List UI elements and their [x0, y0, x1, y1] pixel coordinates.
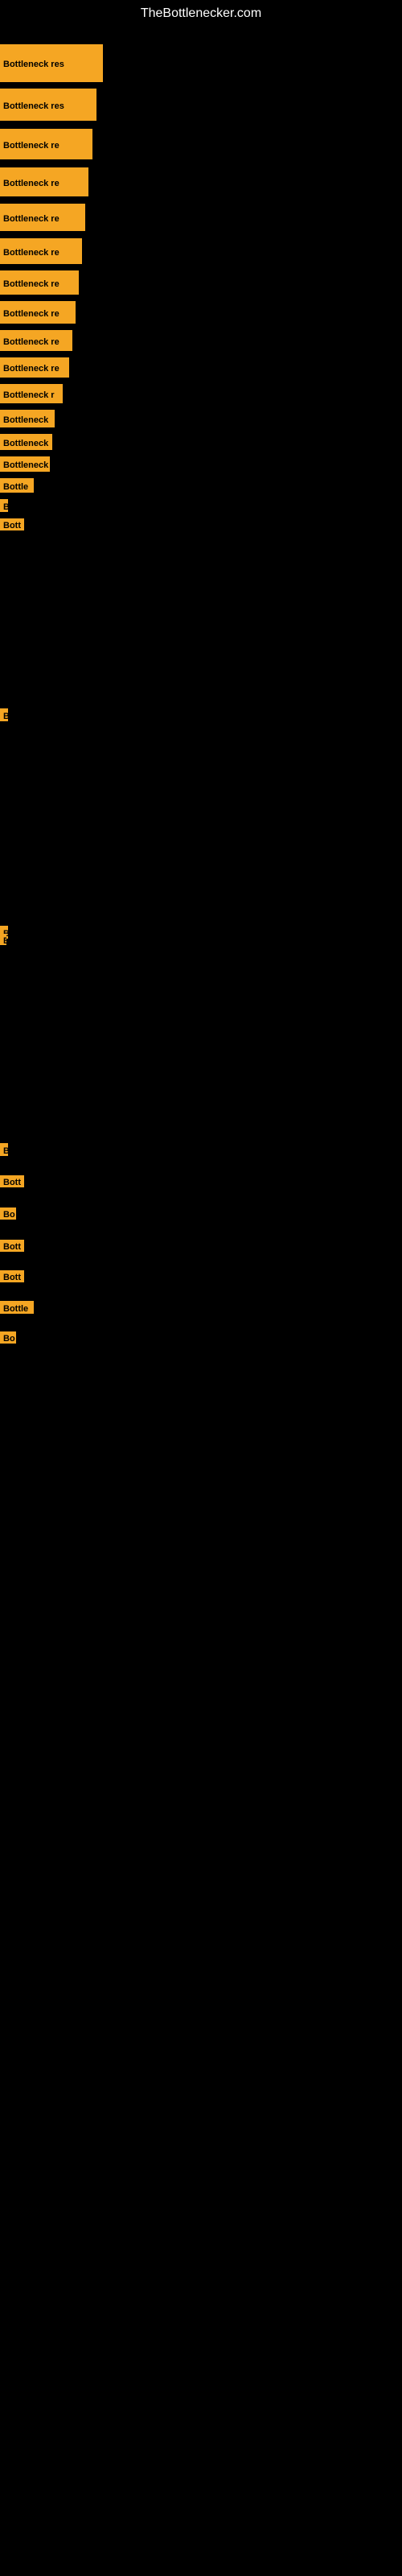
bottleneck-item-10[interactable]: Bottleneck re: [0, 357, 69, 378]
bottleneck-item-25[interactable]: Bott: [0, 1270, 24, 1282]
bottleneck-item-6[interactable]: Bottleneck re: [0, 238, 82, 264]
bottleneck-item-13[interactable]: Bottleneck: [0, 434, 52, 450]
bottleneck-item-12[interactable]: Bottleneck: [0, 410, 55, 427]
bottleneck-item-22[interactable]: Bott: [0, 1175, 24, 1187]
bottleneck-item-16[interactable]: B: [0, 499, 8, 512]
bottleneck-item-4[interactable]: Bottleneck re: [0, 167, 88, 196]
bottleneck-item-18[interactable]: B: [0, 708, 8, 721]
bottleneck-item-26[interactable]: Bottle: [0, 1301, 34, 1314]
bottleneck-item-17[interactable]: Bott: [0, 518, 24, 530]
bottleneck-item-20[interactable]: B: [0, 934, 6, 945]
bottleneck-item-15[interactable]: Bottle: [0, 478, 34, 493]
bottleneck-item-14[interactable]: Bottleneck: [0, 456, 50, 472]
bottleneck-item-11[interactable]: Bottleneck r: [0, 384, 63, 403]
bottleneck-item-8[interactable]: Bottleneck re: [0, 301, 76, 324]
site-title: TheBottlenecker.com: [0, 0, 402, 27]
bottleneck-item-9[interactable]: Bottleneck re: [0, 330, 72, 351]
bottleneck-item-21[interactable]: B: [0, 1143, 8, 1156]
bottleneck-item-3[interactable]: Bottleneck re: [0, 129, 92, 159]
bottleneck-item-27[interactable]: Bo: [0, 1331, 16, 1344]
bottleneck-item-7[interactable]: Bottleneck re: [0, 270, 79, 295]
bottleneck-item-24[interactable]: Bott: [0, 1240, 24, 1252]
bottleneck-item-2[interactable]: Bottleneck res: [0, 89, 96, 121]
bottleneck-item-5[interactable]: Bottleneck re: [0, 204, 85, 231]
bottleneck-item-1[interactable]: Bottleneck res: [0, 44, 103, 82]
bottleneck-item-23[interactable]: Bo: [0, 1208, 16, 1220]
